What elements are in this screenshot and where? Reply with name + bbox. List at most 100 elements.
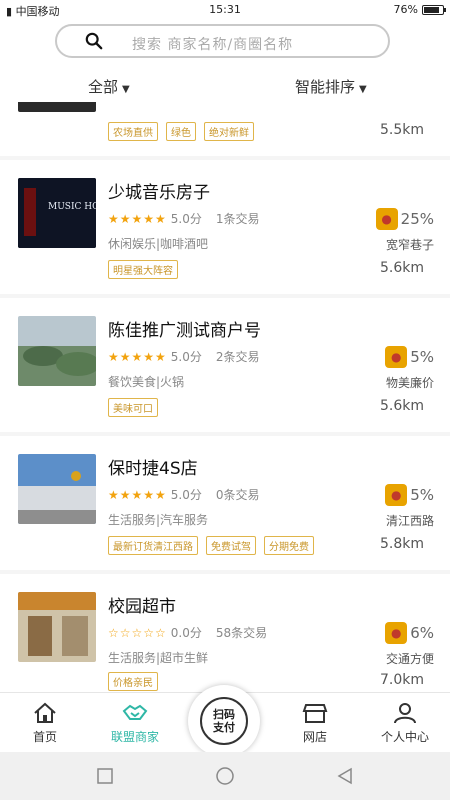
shop-thumbnail: MUSIC HOUSE: [18, 178, 96, 248]
shop-tag: 农场直供: [108, 122, 158, 141]
search-placeholder: 搜索 商家名称/商圈名称: [132, 37, 294, 53]
battery-icon: [422, 4, 446, 15]
list-item-partial[interactable]: 农场直供 绿色 绝对新鲜 5.5km: [0, 102, 450, 156]
shop-tag: 最新订货清江西路: [108, 536, 198, 555]
search-input[interactable]: 搜索 商家名称/商圈名称: [55, 24, 390, 58]
shop-tags: 美味可口: [108, 398, 158, 417]
shop-name: 陈佳推广测试商户号: [108, 321, 261, 341]
coupon-icon: ●: [375, 208, 398, 230]
shop-score: 5.0分: [170, 350, 202, 364]
caret-down-icon: ▼: [359, 84, 367, 95]
shop-distance: 5.6km: [379, 260, 424, 276]
rating-stars: ☆☆☆☆☆ 0.0分 58条交易: [108, 626, 268, 640]
bottom-tab-bar: 首页 联盟商家 扫码 支付 网店 个人中心: [0, 685, 450, 757]
shop-tags: 价格亲民: [108, 672, 158, 691]
shop-place: 宽窄巷子: [385, 238, 434, 252]
shop-deals: 1条交易: [215, 212, 260, 226]
shop-distance: 5.8km: [379, 536, 424, 552]
scan-pay-icon: 扫码 支付: [200, 697, 248, 745]
shop-tag: 美味可口: [108, 398, 158, 417]
shop-tag: 绝对新鲜: [204, 122, 254, 141]
shop-thumbnail: [18, 454, 96, 524]
caret-down-icon: ▼: [122, 84, 130, 95]
rating-stars: ★★★★★ 5.0分 2条交易: [108, 350, 260, 364]
shop-place: 物美廉价: [385, 376, 434, 390]
battery-percent: 76%: [393, 3, 418, 16]
shop-tag: 绿色: [166, 122, 196, 141]
shop-deals: 58条交易: [215, 626, 268, 640]
coupon-icon: ●: [385, 346, 408, 368]
sort-dropdown[interactable]: 智能排序 ▼: [295, 76, 367, 97]
search-icon: [85, 32, 103, 50]
filter-all-dropdown[interactable]: 全部 ▼: [88, 76, 130, 97]
thumb-text: MUSIC HOUSE: [48, 202, 96, 212]
tab-alliance-merchants[interactable]: 联盟商家: [90, 693, 180, 753]
landscape-image: [18, 316, 96, 386]
shop-tags: 明星强大阵容: [108, 260, 178, 279]
discount-badge: ● 5%: [385, 346, 434, 368]
shop-thumbnail: [18, 592, 96, 662]
shop-tag: 免费试驾: [206, 536, 256, 555]
supermarket-image: [18, 592, 96, 662]
shop-score: 5.0分: [170, 212, 202, 226]
shop-tag: 价格亲民: [108, 672, 158, 691]
store-icon: [302, 704, 328, 723]
shop-score: 0.0分: [170, 626, 202, 640]
coupon-icon: ●: [385, 622, 408, 644]
back-icon[interactable]: [336, 767, 354, 785]
shop-tag: 明星强大阵容: [108, 260, 178, 279]
shop-deals: 0条交易: [215, 488, 260, 502]
shop-thumbnail: [18, 102, 96, 112]
scan-pay-label-1: 扫码: [213, 708, 235, 721]
tab-label: 个人中心: [380, 730, 429, 744]
tab-online-store[interactable]: 网店: [270, 693, 360, 753]
handshake-icon: [122, 704, 148, 720]
shop-thumbnail: [18, 316, 96, 386]
discount-badge: ● 25%: [375, 208, 434, 230]
tab-label: 联盟商家: [110, 730, 159, 744]
home-button-icon[interactable]: [214, 767, 236, 789]
scan-pay-label-2: 支付: [213, 721, 235, 734]
list-item[interactable]: 校园超市 ☆☆☆☆☆ 0.0分 58条交易 生活服务|超市生鲜 价格亲民 ● 6% 交…: [0, 574, 450, 692]
tab-label: 网店: [302, 730, 327, 744]
tab-home[interactable]: 首页: [0, 693, 90, 753]
list-item[interactable]: 保时捷4S店 ★★★★★ 5.0分 0条交易 生活服务|汽车服务 最新订货清江西路 …: [0, 436, 450, 570]
user-icon: [394, 703, 416, 724]
shop-list[interactable]: 农场直供 绿色 绝对新鲜 5.5km MUSIC HOUSE 少城音乐房子 ★★…: [0, 102, 450, 692]
shop-category: 生活服务|超市生鲜: [108, 651, 209, 665]
shop-distance: 5.6km: [379, 398, 424, 414]
shop-category: 餐饮美食|火锅: [108, 375, 185, 389]
shop-name: 校园超市: [108, 597, 176, 617]
discount-badge: ● 5%: [385, 484, 434, 506]
shop-name: 保时捷4S店: [108, 459, 198, 479]
screen: ▮ 中国移动 15:31 76% 搜索 商家名称/商圈名称 全部 ▼ 智能排序 ▼ …: [0, 0, 450, 800]
shop-category: 休闲娱乐|咖啡酒吧: [108, 237, 209, 251]
list-item[interactable]: 陈佳推广测试商户号 ★★★★★ 5.0分 2条交易 餐饮美食|火锅 美味可口 ● 5%…: [0, 298, 450, 432]
shop-place: 清江西路: [385, 514, 434, 528]
shop-score: 5.0分: [170, 488, 202, 502]
clock: 15:31: [209, 3, 241, 16]
tab-label: 首页: [32, 730, 57, 744]
shop-distance: 5.5km: [379, 122, 424, 138]
coupon-icon: ●: [385, 484, 408, 506]
recent-apps-icon[interactable]: [96, 767, 114, 785]
dealership-image: [18, 454, 96, 524]
tab-profile[interactable]: 个人中心: [360, 693, 450, 753]
battery-status: 76%: [393, 3, 446, 16]
shop-tags: 最新订货清江西路 免费试驾 分期免费: [108, 536, 314, 555]
home-icon: [34, 702, 56, 723]
shop-tag: 分期免费: [264, 536, 314, 555]
music-house-image: MUSIC HOUSE: [18, 178, 96, 248]
shop-tags: 农场直供 绿色 绝对新鲜: [108, 122, 254, 141]
shop-deals: 2条交易: [215, 350, 260, 364]
system-navigation-bar: [0, 752, 450, 800]
scan-pay-button[interactable]: 扫码 支付: [188, 685, 260, 757]
status-bar: ▮ 中国移动 15:31 76%: [0, 0, 450, 20]
shop-name: 少城音乐房子: [108, 183, 210, 203]
list-item[interactable]: MUSIC HOUSE 少城音乐房子 ★★★★★5.0分1条交易 休闲娱乐|咖啡…: [0, 160, 450, 294]
shop-distance: 7.0km: [379, 672, 424, 688]
shop-place: 交通方便: [385, 652, 434, 666]
discount-badge: ● 6%: [385, 622, 434, 644]
shop-category: 生活服务|汽车服务: [108, 513, 209, 527]
filter-bar: 全部 ▼ 智能排序 ▼: [0, 70, 450, 102]
